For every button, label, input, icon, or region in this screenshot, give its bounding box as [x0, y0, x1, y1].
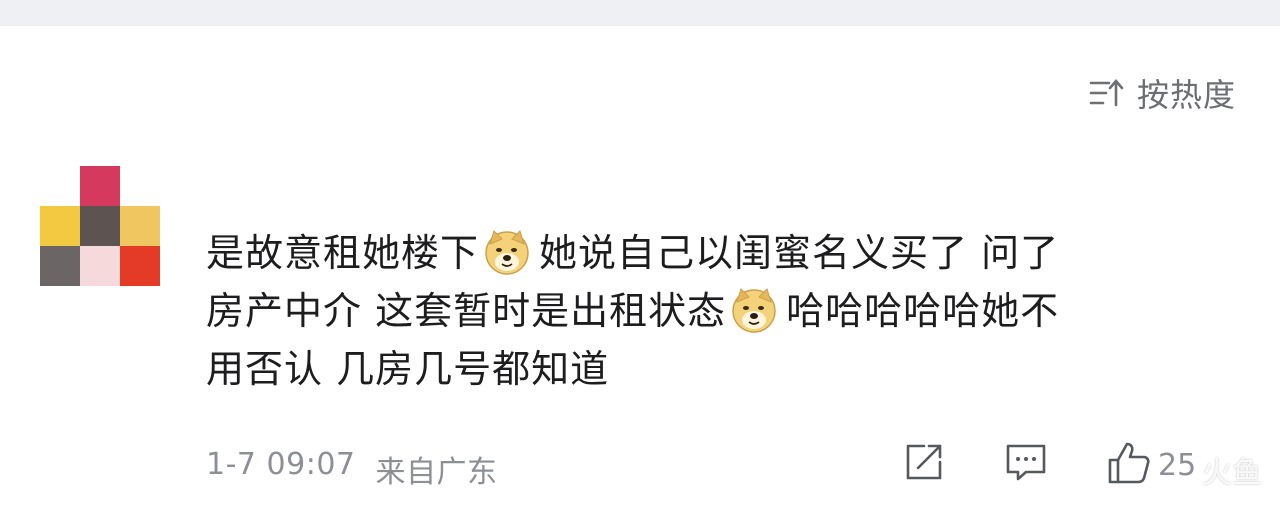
like-count: 25 [1158, 448, 1197, 483]
doge-emoji [730, 286, 778, 334]
share-icon[interactable] [902, 440, 946, 484]
watermark: 火鱼 [1202, 456, 1262, 491]
comment-line: 是故意租她楼下 她说自己以闺蜜名义买了 问了 [206, 224, 1236, 282]
avatar-cell [120, 246, 160, 286]
sort-by-heat-button[interactable]: 按热度 [1089, 70, 1236, 116]
avatar-cell [80, 166, 120, 206]
like-icon[interactable] [1106, 440, 1152, 486]
avatar-cell [120, 206, 160, 246]
pixel-avatar[interactable] [40, 166, 160, 286]
avatar-cell [80, 206, 120, 246]
comment-line: 房产中介 这套暂时是出租状态 哈哈哈哈哈她不 [206, 282, 1236, 340]
comment-line: 用否认 几房几号都知道 [206, 347, 610, 391]
avatar-cell [40, 206, 80, 246]
comment-location: 来自广东 [375, 455, 498, 490]
top-band [0, 0, 1280, 26]
avatar-cell [80, 246, 120, 286]
comment-segment: 哈哈哈哈哈她不 [786, 289, 1060, 333]
comment-segment: 是故意租她楼下 [206, 231, 480, 275]
avatar-cell [40, 246, 80, 286]
comment-time: 1-7 09:07 [206, 447, 356, 482]
comment-text: 是故意租她楼下 她说自己以闺蜜名义买了 问了 房产中介 这套暂时是出租状态 哈哈… [206, 224, 1236, 398]
comment-meta: 1-7 09:07 来自广东 [206, 447, 498, 491]
sort-icon [1089, 77, 1125, 109]
sort-label: 按热度 [1136, 76, 1236, 114]
comment-icon[interactable] [1004, 440, 1048, 484]
comment-segment: 房产中介 这套暂时是出租状态 [206, 289, 727, 333]
doge-emoji [483, 228, 531, 276]
comment-segment: 她说自己以闺蜜名义买了 问了 [539, 231, 1060, 275]
